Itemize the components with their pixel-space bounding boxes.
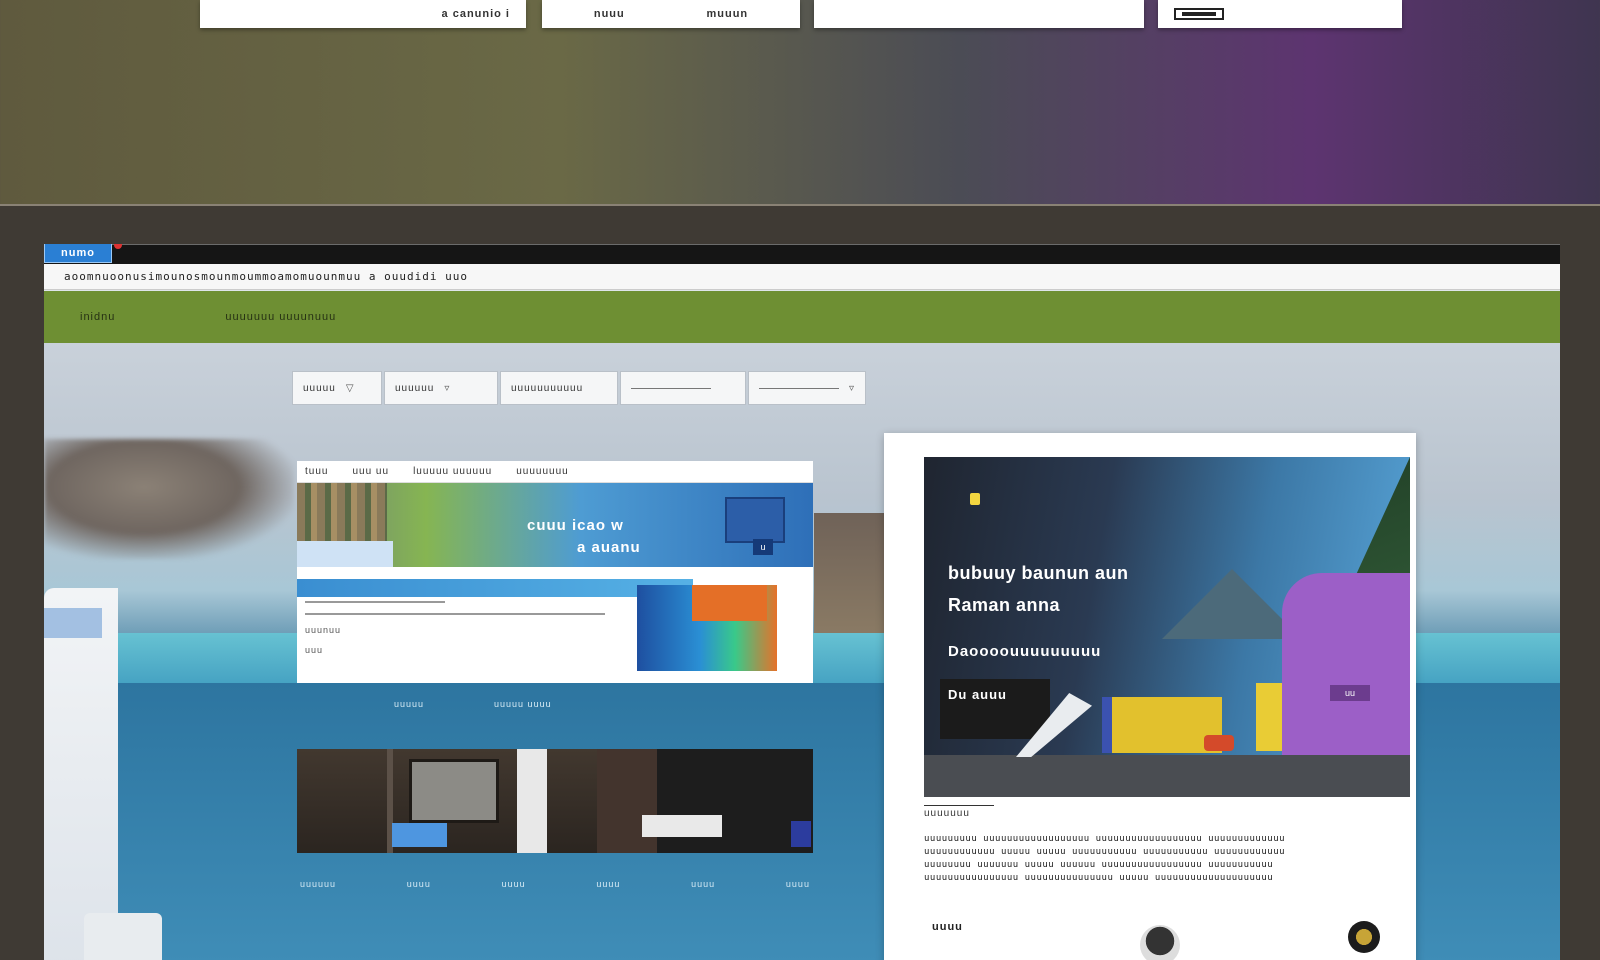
address-bar[interactable]: aoomnuoonusimounosmounmoummoamomuounmuu … [44, 264, 1560, 290]
hero-yellow-dot [970, 493, 980, 505]
caption-1: uuuuu [394, 699, 425, 709]
top-tile-1[interactable]: a canunio i [200, 0, 526, 28]
street-window [409, 759, 499, 823]
feature-row-label-2: uuu [305, 645, 324, 655]
article-body-line: uuuuuuuuu uuuuuuuuuuuuuuuuuu uuuuuuuuuuu… [924, 834, 1286, 844]
filter-1-label: uuuuu [303, 382, 336, 394]
feature-card-links: tuuu uuu uu luuuuu uuuuuu uuuuuuuu [297, 461, 813, 483]
banner-band [297, 541, 393, 567]
filter-input-3[interactable]: uuuuuuuuuuu [500, 371, 618, 405]
top-tile-1-label: a canunio i [441, 8, 510, 20]
tab-active[interactable]: numo [44, 244, 112, 263]
feature-thumbnail-image[interactable] [637, 585, 777, 671]
top-tile-2-label-2: muuun [706, 8, 749, 20]
top-tile-4[interactable] [1158, 0, 1402, 28]
filter-2-label: uuuuuu [395, 382, 435, 394]
nav-item-1[interactable]: inidnu [80, 311, 115, 323]
top-tile-2-label: nuuu [593, 8, 625, 20]
filter-input-4[interactable] [620, 371, 746, 405]
top-tile-2[interactable]: nuuu muuun [542, 0, 800, 28]
top-tile-strip: a canunio i nuuu muuun [0, 0, 1600, 205]
footer-link-3[interactable]: uuuu [502, 879, 526, 889]
footer-link-5[interactable]: uuuu [691, 879, 715, 889]
avatar[interactable] [1348, 921, 1380, 953]
avatar[interactable] [1140, 925, 1180, 960]
feature-card[interactable]: tuuu uuu uu luuuuu uuuuuu uuuuuuuu cuuu … [297, 461, 813, 683]
chevron-down-icon: ▿ [848, 382, 855, 394]
caption-2: uuuuu uuuu [494, 699, 552, 709]
article-body: uuuuuuuuu uuuuuuuuuuuuuuuuuu uuuuuuuuuuu… [924, 833, 1394, 885]
article-body-line: uuuuuuuu uuuuuuu uuuuu uuuuuu uuuuuuuuuu… [924, 860, 1274, 870]
filter-5-line [759, 387, 839, 389]
filter-4-line [631, 387, 711, 389]
feature-link-3[interactable]: luuuuu uuuuuu [413, 466, 492, 477]
article-author[interactable]: uuuu [932, 921, 963, 933]
filter-dropdown-2[interactable]: uuuuuu ▿ [384, 371, 498, 405]
article-body-line: uuuuuuuuuuuuuuuu uuuuuuuuuuuuuuu uuuuu u… [924, 873, 1274, 883]
hero-subline: Daoooouuuuuuuuu [948, 643, 1102, 660]
banner-headline-line-2: a auanu [577, 539, 641, 556]
hero-mountain [1162, 569, 1302, 639]
hero-floor [924, 755, 1410, 797]
feature-rows: uuunuu uuu [305, 601, 655, 655]
feature-link-4[interactable]: uuuuuuuu [516, 466, 569, 477]
hero-purple-tag: uu [1330, 685, 1370, 701]
footer-links: uuuuuu uuuu uuuu uuuu uuuu uuuu [300, 879, 810, 889]
footer-link-4[interactable]: uuuu [596, 879, 620, 889]
hero-headline-line-1: bubuuy baunun aun [948, 563, 1129, 583]
hero-purple-wall [1282, 573, 1410, 755]
banner-headline: cuuu icao w a auanu [527, 515, 641, 559]
side-panel [44, 588, 118, 960]
article-hero-image[interactable]: uu bubuuy baunun aun Raman anna Daoooouu… [924, 457, 1410, 797]
keyboard-icon [1174, 8, 1224, 20]
footer-link-6[interactable]: uuuu [786, 879, 810, 889]
feature-link-1[interactable]: tuuu [305, 466, 328, 477]
article-card[interactable]: uu bubuuy baunun aun Raman anna Daoooouu… [884, 433, 1416, 960]
hero-yellow-box-2 [1256, 683, 1282, 751]
filter-dropdown-5[interactable]: ▿ [748, 371, 866, 405]
street-screen-blue [392, 823, 447, 847]
mailbox-image [725, 497, 785, 543]
hero-cta[interactable]: Du auuu [948, 687, 1007, 702]
tab-bar: numo [44, 244, 1560, 264]
feature-progress-bar [297, 579, 693, 597]
feature-row-line [305, 613, 605, 615]
hero-headline-line-2: Raman anna [948, 595, 1061, 615]
background-mountain [44, 439, 294, 559]
caption-row: uuuuu uuuuu uuuu [394, 699, 552, 709]
mailbox-tag: u [753, 539, 773, 555]
feature-row-label-1: uuunuu [305, 625, 342, 635]
address-text: aoomnuoonusimounosmounmoummoamomuounmuu … [64, 270, 468, 283]
close-icon[interactable] [114, 244, 122, 249]
feature-link-2[interactable]: uuu uu [352, 466, 389, 477]
nav-item-2[interactable]: uuuuuuu uuuunuuu [225, 311, 336, 323]
page-body: uuuuu ▽ uuuuuu ▿ uuuuuuuuuuu ▿ tuuu uuu … [44, 343, 1560, 960]
side-panel-highlight [44, 608, 102, 638]
browser-window: numo aoomnuoonusimounosmounmoummoamomuou… [44, 244, 1560, 960]
filter-3-label: uuuuuuuuuuu [511, 382, 584, 394]
hero-red-object [1204, 735, 1234, 751]
top-tile-3[interactable] [814, 0, 1144, 28]
banner-headline-line-1: cuuu icao w [527, 517, 624, 534]
side-panel-bottom [84, 913, 162, 960]
banner-collage-image [297, 483, 387, 541]
street-screen-white [642, 815, 722, 837]
street-blue-panel [791, 821, 811, 847]
site-nav: inidnu uuuuuuu uuuunuuu [44, 291, 1560, 343]
chevron-down-icon: ▽ [345, 382, 355, 394]
filter-dropdown-1[interactable]: uuuuu ▽ [292, 371, 382, 405]
chevron-down-icon: ▿ [444, 382, 451, 394]
search-filter-row: uuuuu ▽ uuuuuu ▿ uuuuuuuuuuu ▿ [292, 371, 866, 405]
footer-link-1[interactable]: uuuuuu [300, 879, 336, 889]
footer-link-2[interactable]: uuuu [407, 879, 431, 889]
monitor-frame: numo aoomnuoonusimounosmounmoummoamomuou… [0, 204, 1600, 960]
feature-row-line [305, 601, 445, 603]
hero-headline: bubuuy baunun aun Raman anna [948, 557, 1128, 621]
article-meta: uuuuuuu [924, 805, 994, 819]
feature-banner[interactable]: cuuu icao w a auanu u [297, 483, 813, 567]
street-image[interactable] [297, 749, 813, 853]
article-body-line: uuuuuuuuuuuu uuuuu uuuuu uuuuuuuuuuu uuu… [924, 847, 1286, 857]
